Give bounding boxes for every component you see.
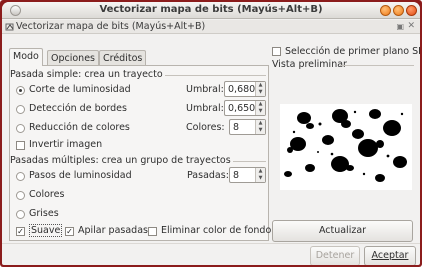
colors-count-value: 8 bbox=[233, 122, 240, 133]
tab-options[interactable]: Opciones bbox=[47, 50, 99, 66]
brightness-steps-label: Pasos de luminosidad bbox=[29, 170, 132, 181]
stack-label: Apilar pasadas bbox=[78, 225, 148, 236]
edge-threshold-label: Umbral: bbox=[186, 103, 224, 114]
brightness-radio[interactable] bbox=[16, 86, 25, 95]
stack-checkbox[interactable]: ✓ bbox=[65, 227, 74, 236]
siox-label: Selección de primer plano SIOX bbox=[285, 46, 420, 57]
spin-arrows-icon[interactable]: ▲ ▼ bbox=[255, 101, 265, 115]
scans-label: Pasadas: bbox=[187, 170, 229, 181]
colors-label: Colores bbox=[29, 189, 65, 200]
window-title: Vectorizar mapa de bits (Mayús+Alt+B) bbox=[99, 4, 323, 15]
siox-checkbox[interactable] bbox=[272, 47, 281, 56]
title-bar[interactable]: Vectorizar mapa de bits (Mayús+Alt+B) bbox=[2, 2, 420, 19]
minimize-icon[interactable] bbox=[380, 5, 391, 16]
dock-header: Vectorizar mapa de bits (Mayús+Alt+B) ▣ … bbox=[2, 20, 420, 34]
scans-value: 8 bbox=[233, 170, 240, 181]
colors-count-label: Colores: bbox=[186, 122, 225, 133]
brightness-threshold-spinner[interactable]: 0,680 ▲ ▼ bbox=[224, 81, 266, 97]
invert-label: Invertir imagen bbox=[29, 139, 103, 150]
dialog-window: Vectorizar mapa de bits (Mayús+Alt+B) Ve… bbox=[2, 2, 420, 265]
grays-label: Grises bbox=[29, 208, 59, 219]
trace-bitmap-icon bbox=[5, 23, 14, 31]
edge-label: Detección de bordes bbox=[29, 103, 127, 114]
brightness-steps-radio[interactable] bbox=[16, 172, 25, 181]
remove-bg-checkbox[interactable] bbox=[148, 227, 157, 236]
maximize-icon[interactable] bbox=[393, 5, 404, 16]
tab-mode[interactable]: Modo bbox=[9, 48, 43, 66]
spin-arrows-icon[interactable]: ▲ ▼ bbox=[255, 168, 265, 182]
spin-arrows-icon[interactable]: ▲ ▼ bbox=[255, 120, 265, 134]
iconify-icon[interactable]: ▣ bbox=[396, 22, 404, 31]
spin-arrows-icon[interactable]: ▲ ▼ bbox=[255, 82, 265, 96]
edge-threshold-spinner[interactable]: 0,650 ▲ ▼ bbox=[224, 100, 266, 116]
accept-button[interactable]: Aceptar bbox=[364, 246, 416, 265]
brightness-threshold-label: Umbral: bbox=[186, 84, 224, 95]
invert-checkbox[interactable] bbox=[16, 141, 25, 150]
update-button[interactable]: Actualizar bbox=[272, 220, 413, 242]
preview-divider bbox=[340, 65, 414, 66]
close-icon[interactable] bbox=[406, 5, 417, 16]
trace-preview bbox=[280, 104, 412, 190]
dock-title: Vectorizar mapa de bits (Mayús+Alt+B) bbox=[16, 21, 206, 32]
color-quant-label: Reducción de colores bbox=[29, 122, 130, 133]
edge-radio[interactable] bbox=[16, 105, 25, 114]
colors-count-spinner[interactable]: 8 ▲ ▼ bbox=[229, 119, 266, 135]
remove-bg-label: Eliminar color de fondo bbox=[161, 225, 272, 236]
preview-title: Vista preliminar bbox=[272, 59, 347, 70]
color-quant-radio[interactable] bbox=[16, 124, 25, 133]
dock-close-icon[interactable]: ✕ bbox=[407, 21, 415, 31]
brightness-threshold-value: 0,680 bbox=[228, 84, 256, 95]
tab-credits[interactable]: Créditos bbox=[99, 50, 147, 66]
footer-divider bbox=[2, 243, 420, 244]
grays-radio[interactable] bbox=[16, 210, 25, 219]
edge-threshold-value: 0,650 bbox=[228, 103, 256, 114]
colors-radio[interactable] bbox=[16, 191, 25, 200]
scans-spinner[interactable]: 8 ▲ ▼ bbox=[229, 167, 266, 183]
brightness-label: Corte de luminosidad bbox=[29, 84, 131, 95]
smooth-label: Suave bbox=[29, 224, 63, 237]
smooth-checkbox[interactable]: ✓ bbox=[16, 227, 25, 236]
stop-button[interactable]: Detener bbox=[310, 246, 360, 265]
single-scan-title: Pasada simple: crea un trayecto bbox=[10, 69, 165, 80]
multi-scan-title: Pasadas múltiples: crea un grupo de tray… bbox=[10, 155, 233, 166]
